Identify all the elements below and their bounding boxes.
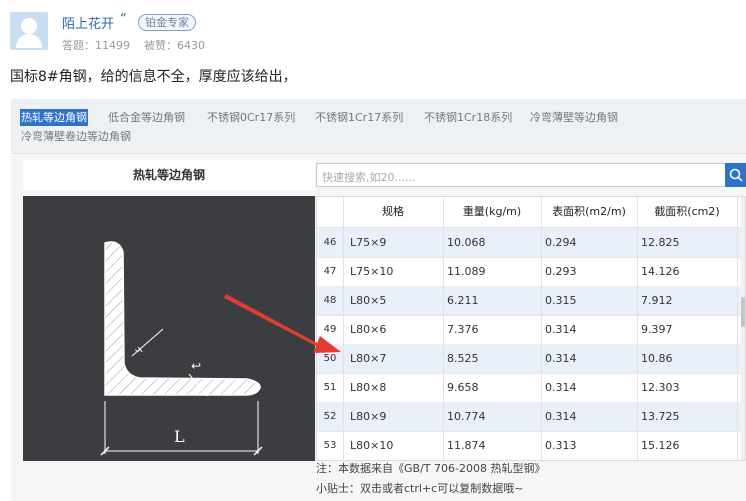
data-source-note: 注：本数据来自《GB/T 706-2008 热轧型钢》	[316, 462, 546, 475]
expert-badge: 铂金专家	[138, 14, 196, 31]
avatar-head-shape	[21, 18, 37, 34]
answer-text: 国标8#角钢，给的信息不全，厚度应该给出，	[10, 69, 297, 85]
copy-tip: 小贴士：双击或者ctrl+c可以复制数据哦~	[316, 482, 524, 495]
user-name-link[interactable]: 陌上花开	[62, 13, 114, 32]
annotation-layer	[224, 294, 341, 353]
user-avatar[interactable]	[10, 12, 48, 50]
red-arrow-icon	[224, 294, 341, 353]
user-quote-mark: “	[120, 12, 127, 27]
embedded-screenshot: 热轧等边角钢 低合金等边角钢 不锈钢0Cr17系列 不锈钢1Cr17系列 不锈钢…	[11, 99, 746, 501]
avatar-body-shape	[16, 34, 42, 48]
user-stats: 答题：11499 被赞：6430	[62, 39, 205, 52]
